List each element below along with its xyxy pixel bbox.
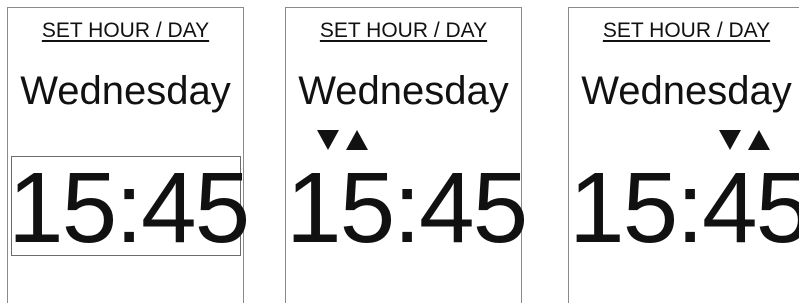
down-triangle-icon[interactable] [317, 130, 339, 150]
day-display[interactable]: Wednesday [8, 69, 243, 114]
time-display[interactable]: 15:45 [286, 153, 528, 263]
stage: SET HOUR / DAY Wednesday 15:45 SET HOUR … [0, 0, 799, 303]
day-display[interactable]: Wednesday [569, 69, 799, 114]
screen-title: SET HOUR / DAY [41, 19, 210, 42]
time-display[interactable]: 15:45 [569, 153, 799, 263]
day-display[interactable]: Wednesday [286, 69, 521, 114]
screen-time-selected: SET HOUR / DAY Wednesday 15:45 [7, 7, 250, 303]
screen-title: SET HOUR / DAY [602, 19, 771, 42]
screen-hour-adjust: SET HOUR / DAY Wednesday 15:45 [285, 7, 528, 303]
screen-title: SET HOUR / DAY [319, 19, 488, 42]
up-triangle-icon[interactable] [346, 130, 369, 150]
minute-adjust-arrows [719, 130, 773, 154]
hour-adjust-arrows [317, 130, 371, 154]
down-triangle-icon[interactable] [719, 130, 741, 150]
up-triangle-icon[interactable] [748, 130, 771, 150]
screen-minute-adjust: SET HOUR / DAY Wednesday 15:45 [568, 7, 799, 303]
time-display[interactable]: 15:45 [8, 153, 250, 263]
